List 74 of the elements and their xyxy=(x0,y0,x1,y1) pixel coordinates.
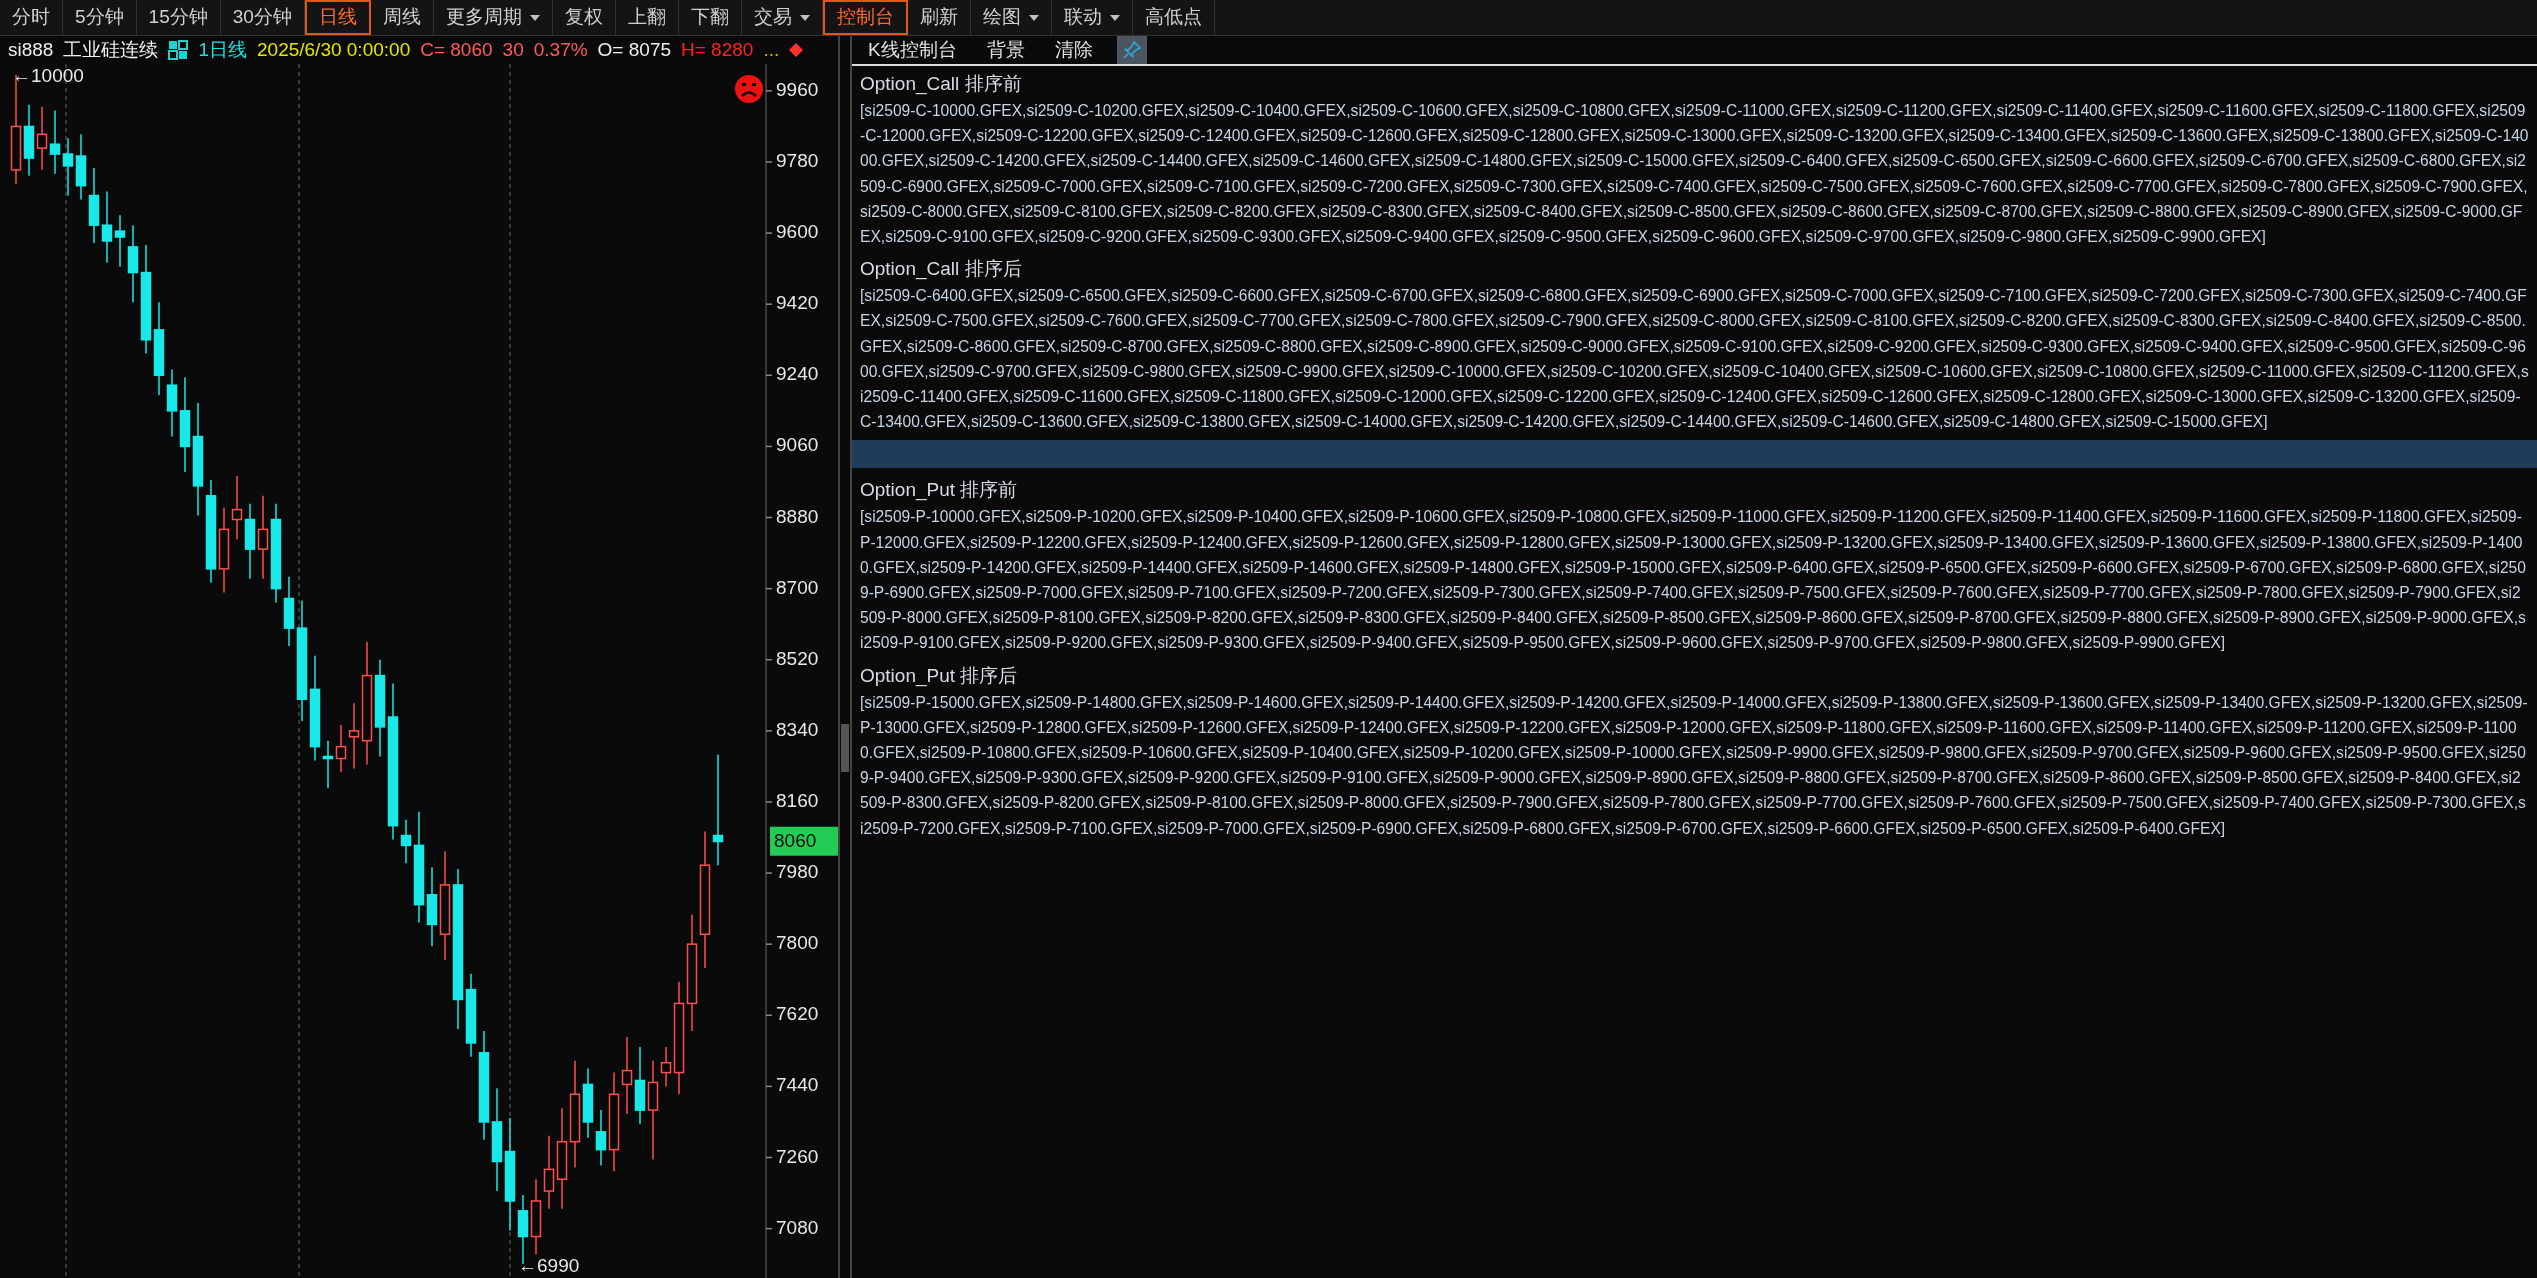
tick-mark xyxy=(765,730,773,732)
tick-mark xyxy=(765,1014,773,1017)
candlestick xyxy=(231,475,243,540)
tick-mark xyxy=(765,161,773,163)
tick-mark xyxy=(765,943,773,945)
grid-icon xyxy=(168,40,189,60)
candlestick xyxy=(335,724,347,774)
log-title: Option_Call 排序前 xyxy=(860,72,1023,97)
tick-mark xyxy=(765,1085,773,1088)
toolbar-button[interactable]: 控制台 xyxy=(822,0,908,35)
axis-label: 7440 xyxy=(776,1074,819,1096)
candlestick xyxy=(49,109,61,175)
axis-label: 7260 xyxy=(776,1145,819,1167)
axis-label: 7800 xyxy=(776,932,819,954)
axis-label: 9780 xyxy=(776,150,819,171)
log-text: [si2509-C-6400.GFEX,si2509-C-6500.GFEX,si2509-C-6600.GFEX,si2509-C-6700.GFEX,si2509-C-6800.GFEX,si2509-C-6900.GFEX,si2509-C-7000.GFEX,si2509-C-7100.GFEX,si2509-C-7200.GFEX,si2509-C-7300.GFEX,si2509-C-7400.GFEX,si2509-C-7500.GFEX,si2509-C-7600.GFEX,si2509-C-7700.GFEX,si2509-C-7800.GFEX,si2509-C-7900.GFEX,si2509-C-8000.GFEX,si2509-C-8100.GFEX,si2509-C-8200.GFEX,si2509-C-8300.GFEX,si2509-C-8400.GFEX,si2509-C-8500.GFEX,si2509-C-8600.GFEX,si2509-C-8700.GFEX,si2509-C-8800.GFEX,si2509-C-8900.GFEX,si2509-C-9000.GFEX,si2509-C-9100.GFEX,si2509-C-9200.GFEX,si2509-C-9300.GFEX,si2509-C-9400.GFEX,si2509-C-9500.GFEX,si2509-C-9600.GFEX,si2509-C-9700.GFEX,si2509-C-9800.GFEX,si2509-C-9900.GFEX,si2509-C-10000.GFEX,si2509-C-10200.GFEX,si2509-C-10400.GFEX,si2509-C-10600.GFEX,si2509-C-10800.GFEX,si2509-C-11000.GFEX,si2509-C-11200.GFEX,si2509-C-11400.GFEX,si2509-C-11600.GFEX,si2509-C-11800.GFEX,si2509-C-12000.GFEX,si2509-C-12200.GFEX,si2509-C-12400.GFEX,si2509-C-12600.GFEX,si2509-C-12800.GFEX,si2509-C-13000.GFEX,si2509-C-13200.GFEX,si2509-C-13400.GFEX,si2509-C-13600.GFEX,si2509-C-13800.GFEX,si2509-C-14000.GFEX,si2509-C-14200.GFEX,si2509-C-14400.GFEX,si2509-C-14600.GFEX,si2509-C-14800.GFEX,si2509-C-15000.GFEX] xyxy=(860,286,2529,433)
candlestick xyxy=(36,105,48,171)
splitter-handle[interactable] xyxy=(841,724,849,772)
console-button[interactable]: 背景 xyxy=(980,35,1031,65)
high-price: H= 8280 xyxy=(681,37,754,62)
axis-label: 9240 xyxy=(776,363,819,385)
tick-mark xyxy=(765,1156,773,1159)
axis-label: 7980 xyxy=(776,861,819,883)
price-change: 30 xyxy=(502,37,524,62)
candlestick xyxy=(75,133,87,201)
tick-mark xyxy=(765,232,773,234)
tick-mark xyxy=(765,1227,773,1230)
toolbar-button[interactable]: 日线 xyxy=(304,0,371,35)
tick-mark xyxy=(765,801,773,803)
log-title: Option_Put 排序后 xyxy=(860,663,1019,689)
axis-label: 7080 xyxy=(776,1216,819,1238)
pin-icon xyxy=(1121,40,1142,60)
axis-label: 9420 xyxy=(776,292,819,314)
tick-mark xyxy=(765,587,773,590)
close-price: C= 8060 xyxy=(420,37,493,62)
sad-face-icon xyxy=(734,74,764,104)
diamond-icon xyxy=(789,43,804,57)
axis-label: 9600 xyxy=(776,221,819,243)
tick-mark xyxy=(765,445,773,448)
axis-label: 8160 xyxy=(776,790,819,811)
log-title: Option_Put 排序前 xyxy=(860,478,1019,503)
low-marker: ←6990 xyxy=(518,1254,580,1278)
candlestick xyxy=(62,137,74,197)
log-title: Option_Call 排序后 xyxy=(860,257,1023,282)
selected-row[interactable] xyxy=(852,440,2537,469)
axis-label: 8340 xyxy=(776,718,819,740)
candlestick xyxy=(166,368,178,438)
console-button[interactable]: 清除 xyxy=(1048,35,1099,65)
console-button[interactable]: K线控制台 xyxy=(862,35,963,65)
tick-mark xyxy=(765,90,773,92)
more-indicator: ... xyxy=(763,37,780,62)
axis-label: 9060 xyxy=(776,434,819,456)
tick-mark xyxy=(765,659,773,661)
axis-label: 8700 xyxy=(776,576,819,598)
tick-mark xyxy=(765,374,773,377)
tick-mark xyxy=(765,303,773,305)
symbol-code: si888 xyxy=(8,37,54,62)
bar-datetime: 2025/6/30 0:00:00 xyxy=(257,37,411,62)
axis-label: 9960 xyxy=(776,78,819,100)
last-price-tag: 8060 xyxy=(770,827,838,856)
tick-mark xyxy=(765,516,773,519)
open-price: O= 8075 xyxy=(597,37,671,62)
log-text: [si2509-C-10000.GFEX,si2509-C-10200.GFEX,si2509-C-10400.GFEX,si2509-C-10600.GFEX,si2509-C-10800.GFEX,si2509-C-11000.GFEX,si2509-C-11200.GFEX,si2509-C-11400.GFEX,si2509-C-11600.GFEX,si2509-C-11800.GFEX,si2509-C-12000.GFEX,si2509-C-12200.GFEX,si2509-C-12400.GFEX,si2509-C-12600.GFEX,si2509-C-12800.GFEX,si2509-C-13000.GFEX,si2509-C-13200.GFEX,si2509-C-13400.GFEX,si2509-C-13600.GFEX,si2509-C-13800.GFEX,si2509-C-14000.GFEX,si2509-C-14200.GFEX,si2509-C-14400.GFEX,si2509-C-14600.GFEX,si2509-C-14800.GFEX,si2509-C-15000.GFEX,si2509-C-6400.GFEX,si2509-C-6500.GFEX,si2509-C-6600.GFEX,si2509-C-6700.GFEX,si2509-C-6800.GFEX,si2509-C-6900.GFEX,si2509-C-7000.GFEX,si2509-C-7100.GFEX,si2509-C-7200.GFEX,si2509-C-7300.GFEX,si2509-C-7400.GFEX,si2509-C-7500.GFEX,si2509-C-7600.GFEX,si2509-C-7700.GFEX,si2509-C-7800.GFEX,si2509-C-7900.GFEX,si2509-C-8000.GFEX,si2509-C-8100.GFEX,si2509-C-8200.GFEX,si2509-C-8300.GFEX,si2509-C-8400.GFEX,si2509-C-8500.GFEX,si2509-C-8600.GFEX,si2509-C-8700.GFEX,si2509-C-8800.GFEX,si2509-C-8900.GFEX,si2509-C-9000.GFEX,si2509-C-9100.GFEX,si2509-C-9200.GFEX,si2509-C-9300.GFEX,si2509-C-9400.GFEX,si2509-C-9500.GFEX,si2509-C-9600.GFEX,si2509-C-9700.GFEX,si2509-C-9800.GFEX,si2509-C-9900.GFEX] xyxy=(860,101,2529,247)
axis-label: 7620 xyxy=(776,1003,819,1025)
log-text: [si2509-P-10000.GFEX,si2509-P-10200.GFEX,si2509-P-10400.GFEX,si2509-P-10600.GFEX,si2509-P-10800.GFEX,si2509-P-11000.GFEX,si2509-P-11200.GFEX,si2509-P-11400.GFEX,si2509-P-11600.GFEX,si2509-P-11800.GFEX,si2509-P-12000.GFEX,si2509-P-12200.GFEX,si2509-P-12400.GFEX,si2509-P-12600.GFEX,si2509-P-12800.GFEX,si2509-P-13000.GFEX,si2509-P-13200.GFEX,si2509-P-13400.GFEX,si2509-P-13600.GFEX,si2509-P-13800.GFEX,si2509-P-14000.GFEX,si2509-P-14200.GFEX,si2509-P-14400.GFEX,si2509-P-14600.GFEX,si2509-P-14800.GFEX,si2509-P-15000.GFEX,si2509-P-6400.GFEX,si2509-P-6500.GFEX,si2509-P-6600.GFEX,si2509-P-6700.GFEX,si2509-P-6800.GFEX,si2509-P-6900.GFEX,si2509-P-7000.GFEX,si2509-P-7100.GFEX,si2509-P-7200.GFEX,si2509-P-7300.GFEX,si2509-P-7400.GFEX,si2509-P-7500.GFEX,si2509-P-7600.GFEX,si2509-P-7700.GFEX,si2509-P-7800.GFEX,si2509-P-7900.GFEX,si2509-P-8000.GFEX,si2509-P-8100.GFEX,si2509-P-8200.GFEX,si2509-P-8300.GFEX,si2509-P-8400.GFEX,si2509-P-8500.GFEX,si2509-P-8600.GFEX,si2509-P-8700.GFEX,si2509-P-8800.GFEX,si2509-P-8900.GFEX,si2509-P-9000.GFEX,si2509-P-9100.GFEX,si2509-P-9200.GFEX,si2509-P-9300.GFEX,si2509-P-9400.GFEX,si2509-P-9500.GFEX,si2509-P-9600.GFEX,si2509-P-9700.GFEX,si2509-P-9800.GFEX,si2509-P-9900.GFEX] xyxy=(860,507,2527,654)
instrument-name: 工业硅连续 xyxy=(63,37,159,62)
axis-label: 8520 xyxy=(776,647,819,669)
change-percent: 0.37% xyxy=(533,37,588,62)
tick-mark xyxy=(765,872,773,874)
log-text: [si2509-P-15000.GFEX,si2509-P-14800.GFEX,si2509-P-14600.GFEX,si2509-P-14400.GFEX,si2509-P-14200.GFEX,si2509-P-14000.GFEX,si2509-P-13800.GFEX,si2509-P-13600.GFEX,si2509-P-13400.GFEX,si2509-P-13200.GFEX,si2509-P-13000.GFEX,si2509-P-12800.GFEX,si2509-P-12600.GFEX,si2509-P-12400.GFEX,si2509-P-12200.GFEX,si2509-P-12000.GFEX,si2509-P-11800.GFEX,si2509-P-11600.GFEX,si2509-P-11400.GFEX,si2509-P-11200.GFEX,si2509-P-11000.GFEX,si2509-P-10800.GFEX,si2509-P-10600.GFEX,si2509-P-10400.GFEX,si2509-P-10200.GFEX,si2509-P-10000.GFEX,si2509-P-9900.GFEX,si2509-P-9800.GFEX,si2509-P-9700.GFEX,si2509-P-9600.GFEX,si2509-P-9500.GFEX,si2509-P-9400.GFEX,si2509-P-9300.GFEX,si2509-P-9200.GFEX,si2509-P-9100.GFEX,si2509-P-9000.GFEX,si2509-P-8900.GFEX,si2509-P-8800.GFEX,si2509-P-8700.GFEX,si2509-P-8600.GFEX,si2509-P-8500.GFEX,si2509-P-8400.GFEX,si2509-P-8300.GFEX,si2509-P-8200.GFEX,si2509-P-8100.GFEX,si2509-P-8000.GFEX,si2509-P-7900.GFEX,si2509-P-7800.GFEX,si2509-P-7700.GFEX,si2509-P-7600.GFEX,si2509-P-7500.GFEX,si2509-P-7400.GFEX,si2509-P-7300.GFEX,si2509-P-7200.GFEX,si2509-P-7100.GFEX,si2509-P-7000.GFEX,si2509-P-6900.GFEX,si2509-P-6800.GFEX,si2509-P-6700.GFEX,si2509-P-6600.GFEX,si2509-P-6500.GFEX,si2509-P-6400.GFEX] xyxy=(860,692,2529,839)
high-marker: ←10000 xyxy=(12,64,84,89)
pin-button[interactable] xyxy=(1116,36,1147,64)
period-label: 1日线 xyxy=(198,37,247,62)
axis-label: 8880 xyxy=(776,505,819,527)
